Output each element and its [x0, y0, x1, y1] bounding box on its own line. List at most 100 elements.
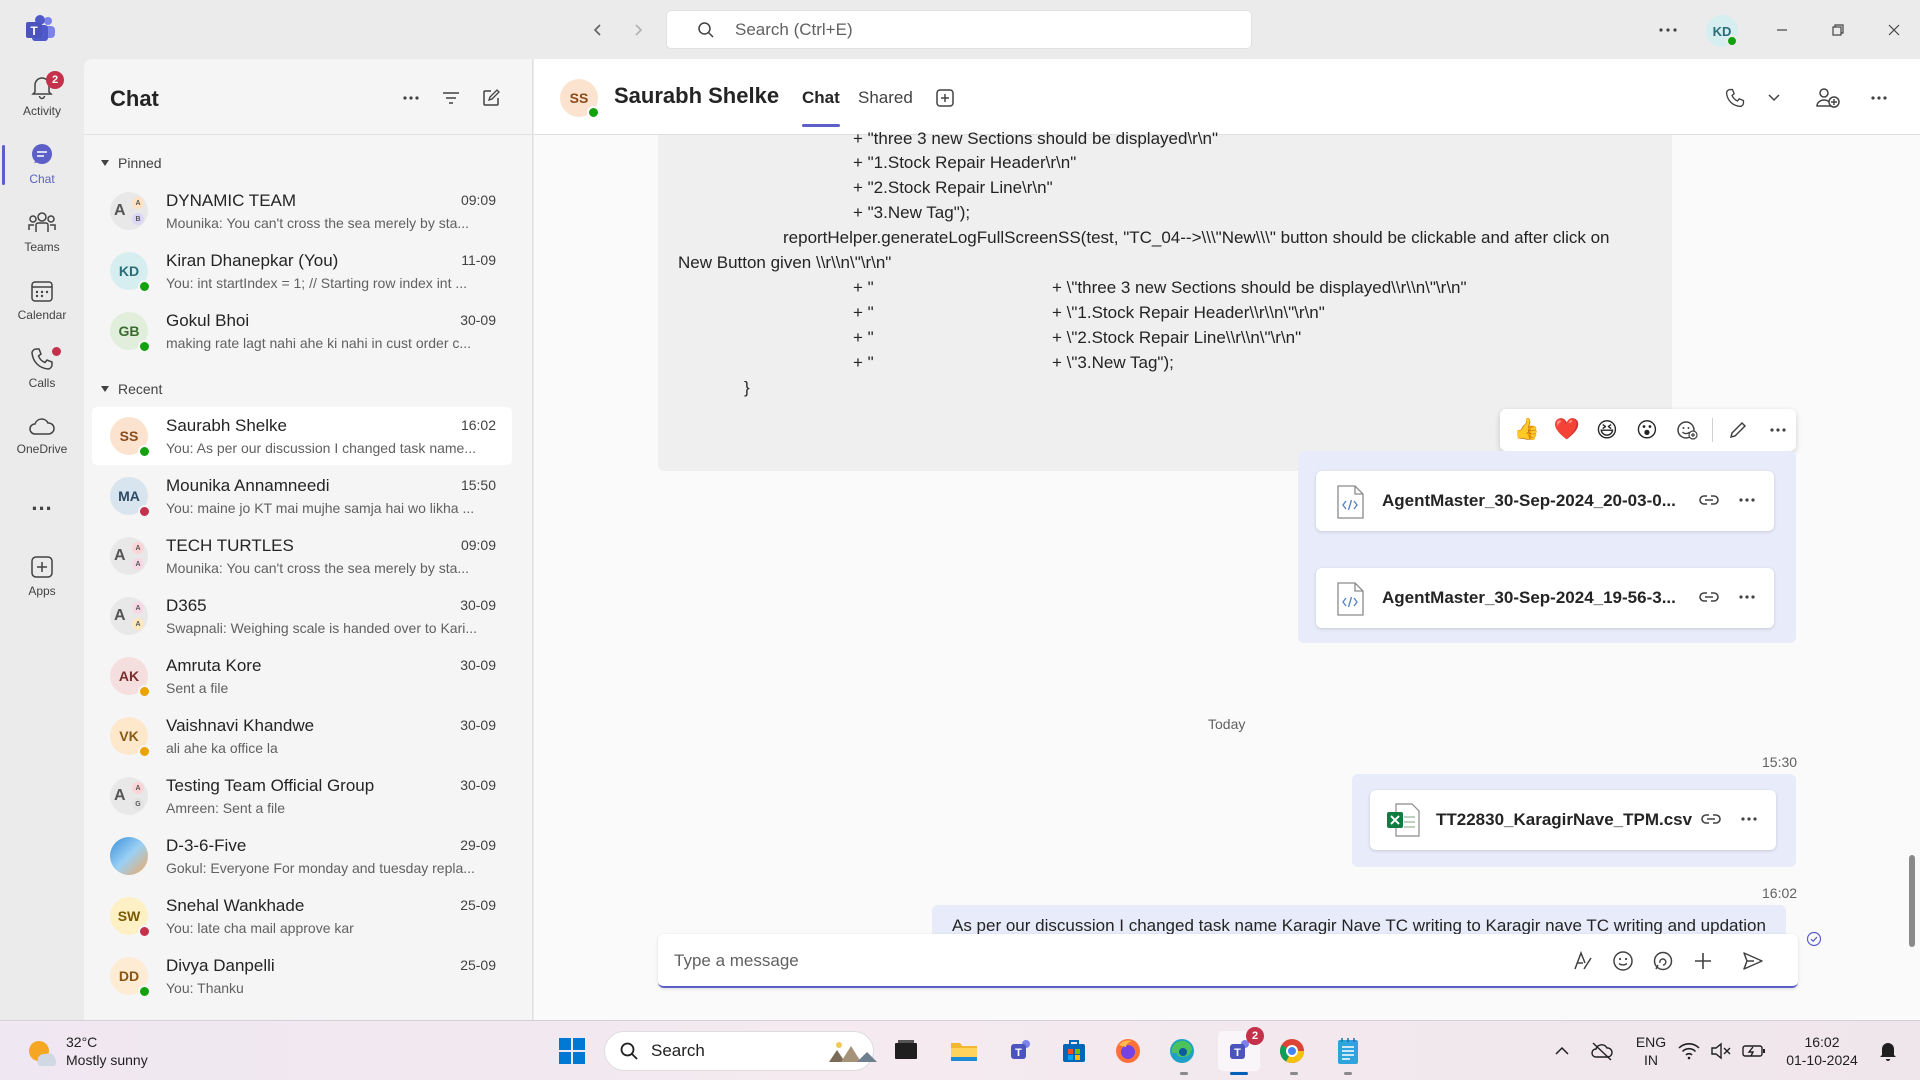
copy-link-icon[interactable]	[1698, 586, 1720, 608]
chat-item-d365[interactable]: A A A D365 30-09 Swapnali: Weighing scal…	[92, 587, 512, 645]
sun-icon	[26, 1036, 56, 1066]
avatar-initials: SW	[117, 908, 141, 924]
chat-item-vaishnavi-khandwe[interactable]: VK Vaishnavi Khandwe 30-09 ali ahe ka of…	[92, 707, 512, 765]
more-options-icon[interactable]	[1738, 497, 1756, 503]
more-options-icon[interactable]	[1650, 12, 1686, 48]
reaction-heart[interactable]: ❤️	[1552, 418, 1582, 442]
chat-name: Divya Danpelli	[166, 956, 275, 975]
tab-shared[interactable]: Shared	[858, 88, 913, 108]
mini-avatar: A	[132, 602, 144, 614]
close-button[interactable]	[1878, 14, 1910, 46]
conversation-avatar[interactable]: SS	[560, 79, 600, 119]
restore-button[interactable]	[1822, 14, 1854, 46]
new-chat-icon[interactable]	[478, 85, 504, 111]
weather-widget[interactable]: 32°C Mostly sunny	[26, 1033, 148, 1069]
loop-component-icon[interactable]	[1648, 946, 1678, 976]
chat-time: 30-09	[460, 312, 496, 328]
mini-avatar: B	[132, 213, 144, 225]
edge-icon[interactable]	[1164, 1033, 1200, 1069]
tab-chat[interactable]: Chat	[802, 88, 840, 127]
rail-chat[interactable]: Chat	[0, 133, 84, 195]
file-attachment[interactable]: AgentMaster_30-Sep-2024_20-03-0...	[1316, 471, 1774, 531]
rail-more-apps[interactable]: ...	[0, 483, 84, 523]
edit-icon[interactable]	[1723, 420, 1753, 440]
add-reaction-icon[interactable]	[1672, 419, 1702, 441]
chat-item-gokul-bhoi[interactable]: GB Gokul Bhoi 30-09 making rate lagt nah…	[92, 302, 512, 360]
chat-item-testing-team-official-group[interactable]: A A G Testing Team Official Group 30-09 …	[92, 767, 512, 825]
more-options-icon[interactable]	[1740, 816, 1758, 822]
chat-item-dynamic-team[interactable]: A A B DYNAMIC TEAM 09:09 Mounika: You ca…	[92, 182, 512, 240]
filter-icon[interactable]	[438, 85, 464, 111]
chat-preview: Amreen: Sent a file	[166, 800, 286, 816]
file-attachment[interactable]: AgentMaster_30-Sep-2024_19-56-3...	[1316, 568, 1774, 628]
temperature: 32°C	[66, 1034, 98, 1050]
search-bar[interactable]: Search (Ctrl+E)	[666, 10, 1252, 49]
chat-item-kiran-dhanepkar[interactable]: KD Kiran Dhanepkar (You) 11-09 You: int …	[92, 242, 512, 300]
notification-bell-icon[interactable]	[1870, 1033, 1906, 1069]
quick-settings-button[interactable]	[1678, 1033, 1766, 1069]
mini-avatar: A	[132, 782, 144, 794]
add-people-icon[interactable]	[1813, 83, 1843, 113]
more-options-icon[interactable]	[1738, 594, 1756, 600]
more-options-icon[interactable]	[1763, 427, 1793, 433]
presence-available-icon	[138, 280, 151, 293]
message-composer	[658, 934, 1798, 988]
taskbar-search[interactable]: Search	[604, 1031, 877, 1071]
reaction-like[interactable]: 👍	[1512, 418, 1542, 442]
language-indicator[interactable]: ENG IN	[1624, 1033, 1678, 1069]
firefox-icon[interactable]	[1110, 1033, 1146, 1069]
message-file-attachments: AgentMaster_30-Sep-2024_20-03-0... Agent…	[1298, 451, 1796, 643]
chat-item-saurabh-shelke[interactable]: SS Saurabh Shelke 16:02 You: As per our …	[92, 407, 512, 465]
chat-item-tech-turtles[interactable]: A A A TECH TURTLES 09:09 Mounika: You ca…	[92, 527, 512, 585]
rail-teams[interactable]: Teams	[0, 201, 84, 263]
search-icon	[697, 21, 715, 39]
reaction-laugh[interactable]: 😆	[1592, 418, 1622, 443]
chevron-up-icon[interactable]	[1544, 1033, 1580, 1069]
teams-taskbar-icon[interactable]: T 2	[1218, 1027, 1264, 1071]
emoji-icon[interactable]	[1608, 946, 1638, 976]
rail-activity[interactable]: 2 Activity	[0, 65, 84, 127]
rail-calls[interactable]: Calls	[0, 337, 84, 399]
file-explorer-icon[interactable]	[946, 1033, 982, 1069]
onedrive-offline-icon[interactable]	[1584, 1033, 1620, 1069]
add-tab-icon[interactable]	[930, 83, 960, 113]
chat-time: 30-09	[460, 777, 496, 793]
send-icon[interactable]	[1738, 946, 1768, 976]
message-input[interactable]	[674, 948, 1554, 974]
teams-personal-icon[interactable]: T	[1002, 1033, 1038, 1069]
more-options-icon[interactable]	[1864, 83, 1894, 113]
rail-onedrive[interactable]: OneDrive	[0, 405, 84, 467]
copy-link-icon[interactable]	[1700, 808, 1722, 830]
chat-item-d-3-6-five[interactable]: D-3-6-Five 29-09 Gokul: Everyone For mon…	[92, 827, 512, 885]
more-horizontal-icon: ...	[31, 490, 53, 515]
chat-item-mounika-annamneedi[interactable]: MA Mounika Annamneedi 15:50 You: maine j…	[92, 467, 512, 525]
call-button[interactable]	[1724, 83, 1780, 113]
avatar-initials: A	[114, 547, 126, 564]
scrollbar-thumb[interactable]	[1909, 855, 1915, 947]
reaction-surprised[interactable]: 😮	[1632, 418, 1662, 443]
svg-text:T: T	[1015, 1047, 1022, 1059]
chrome-icon[interactable]	[1274, 1033, 1310, 1069]
microsoft-store-icon[interactable]	[1056, 1033, 1092, 1069]
format-icon[interactable]	[1568, 946, 1598, 976]
task-view-icon[interactable]	[888, 1033, 924, 1069]
pinned-section-toggle[interactable]: Pinned	[100, 155, 162, 171]
copy-link-icon[interactable]	[1698, 489, 1720, 511]
profile-avatar[interactable]: KD	[1706, 15, 1738, 47]
start-button[interactable]	[554, 1033, 590, 1069]
mini-avatar: A	[132, 197, 144, 209]
forward-arrow-icon[interactable]	[624, 16, 652, 44]
chat-item-divya-danpelli[interactable]: DD Divya Danpelli 25-09 You: Thanku	[92, 947, 512, 1005]
chat-item-amruta-kore[interactable]: AK Amruta Kore 30-09 Sent a file	[92, 647, 512, 705]
plus-icon[interactable]	[1688, 946, 1718, 976]
rail-calendar[interactable]: Calendar	[0, 269, 84, 331]
recent-section-toggle[interactable]: Recent	[100, 381, 162, 397]
minimize-button[interactable]	[1766, 14, 1798, 46]
clock[interactable]: 16:02 01-10-2024	[1780, 1033, 1864, 1069]
notepad-icon[interactable]	[1330, 1033, 1366, 1069]
chat-item-snehal-wankhade[interactable]: SW Snehal Wankhade 25-09 You: late cha m…	[92, 887, 512, 945]
rail-apps[interactable]: Apps	[0, 545, 84, 607]
file-attachment[interactable]: TT22830_KaragirNave_TPM.csv	[1370, 790, 1776, 850]
back-arrow-icon[interactable]	[584, 16, 612, 44]
more-options-icon[interactable]	[398, 85, 424, 111]
